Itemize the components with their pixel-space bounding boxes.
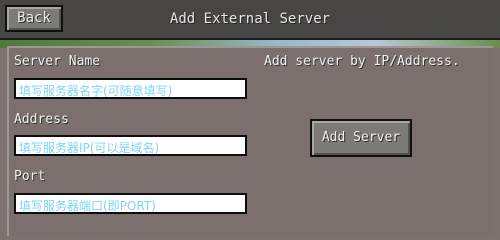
add-server-button[interactable]: Add Server [310,119,412,157]
server-name-label: Server Name [14,54,101,69]
address-field-box [14,135,247,157]
address-label: Address [14,112,69,127]
back-button[interactable]: Back [5,5,63,32]
address-input[interactable] [16,139,245,157]
server-name-field-box [14,78,247,100]
server-name-input[interactable] [16,82,245,100]
port-label: Port [14,169,46,184]
port-field-box [14,193,247,215]
add-by-address-hint: Add server by IP/Address. [264,54,460,69]
page-title: Add External Server [169,11,331,27]
port-input[interactable] [16,197,245,215]
